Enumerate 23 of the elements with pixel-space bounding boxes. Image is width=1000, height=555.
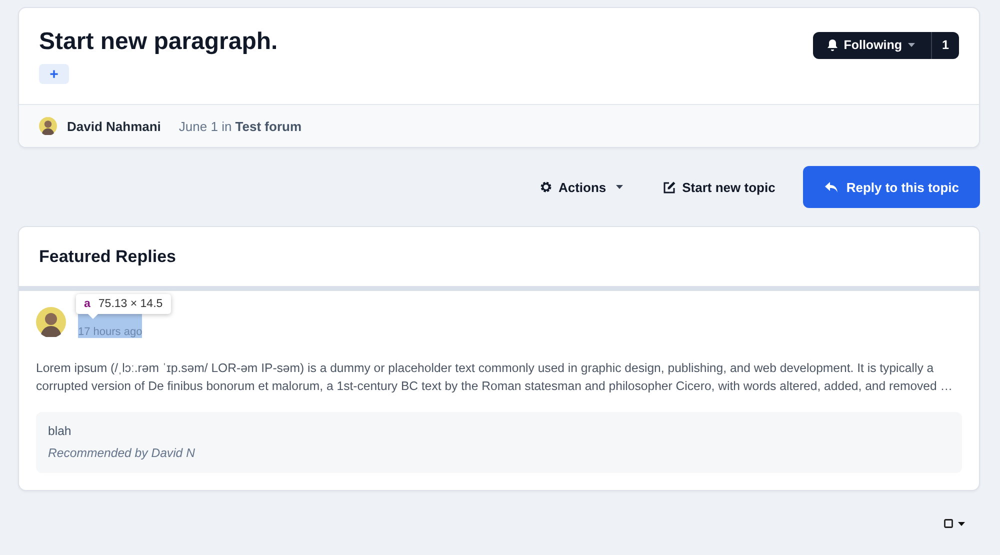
avatar-icon: [39, 117, 57, 135]
avatar-icon: [36, 307, 66, 337]
quote-text: blah: [48, 424, 72, 438]
add-tag-button[interactable]: +: [39, 64, 69, 84]
caret-icon: [616, 185, 624, 189]
reply-icon: [825, 182, 838, 192]
reply-text: Lorem ipsum (/ˌlɔː.rəm ˈɪp.səm/ LOR-əm IP-səm) is a dummy or placeholder text commonly used in graphic design, publishing, and web development. It is typically a corrupted version of De finibus bonorum et malorum, a 1st-century BC text by the Roman statesman and philosopher Cicero, with words altered, added, and removed …: [36, 360, 954, 395]
follower-count: 1: [931, 32, 959, 58]
following-button[interactable]: Following: [812, 32, 932, 58]
forum-link[interactable]: Test forum: [235, 118, 302, 134]
author-name: David Nahmani: [67, 118, 161, 134]
reply-button[interactable]: Reply to this topic: [803, 166, 980, 208]
section-title: Featured Replies: [38, 246, 177, 268]
theme-menu-icon[interactable]: [944, 519, 965, 528]
topic-title: Start new paragraph.: [39, 28, 278, 56]
actions-button[interactable]: Actions: [520, 166, 644, 208]
start-topic-button[interactable]: Start new topic: [643, 166, 796, 208]
edit-icon: [663, 180, 676, 194]
topic-meta: June 1 in Test forum: [178, 118, 302, 134]
recommended-note: Recommended by David N: [48, 446, 196, 460]
caret-icon: [908, 43, 916, 47]
gear-icon: [540, 181, 552, 193]
bell-icon: [826, 39, 838, 51]
